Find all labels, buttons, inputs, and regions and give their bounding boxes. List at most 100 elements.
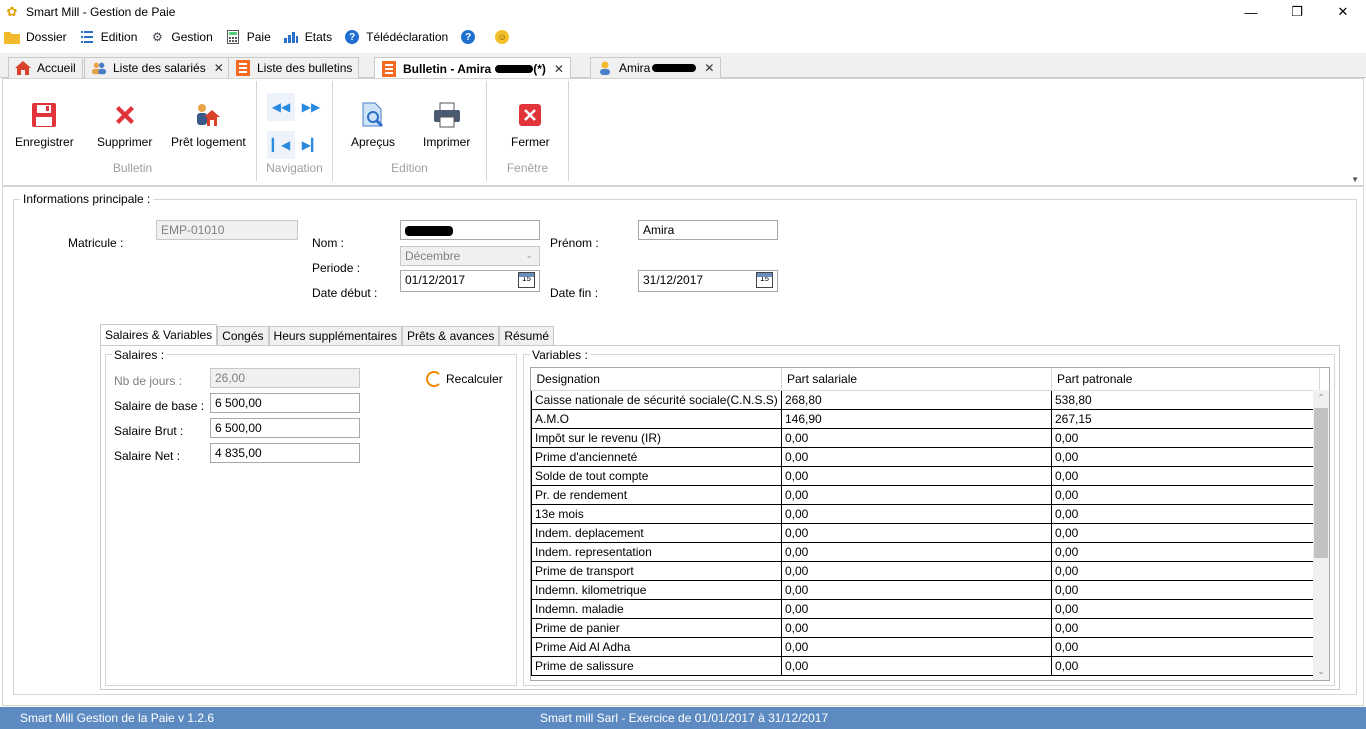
cell-part-salariale[interactable]: 0,00 [781, 561, 1052, 581]
previous-button[interactable]: ◀◀ [267, 93, 295, 121]
cell-designation[interactable]: Prime de panier [531, 618, 782, 638]
menu-dossier[interactable]: Dossier [4, 29, 67, 45]
cell-designation[interactable]: Impôt sur le revenu (IR) [531, 428, 782, 448]
cell-part-salariale[interactable]: 146,90 [781, 409, 1052, 429]
cell-designation[interactable]: Indemn. maladie [531, 599, 782, 619]
salaire-net-field[interactable]: 4 835,00 [210, 443, 360, 463]
cell-designation[interactable]: Solde de tout compte [531, 466, 782, 486]
cell-part-salariale[interactable]: 0,00 [781, 428, 1052, 448]
cell-part-salariale[interactable]: 0,00 [781, 618, 1052, 638]
table-row[interactable]: Prime de transport 0,00 0,00 [531, 561, 1320, 581]
column-header-part-patronale[interactable]: Part patronale [1051, 368, 1320, 391]
close-icon[interactable]: ✕ [1320, 0, 1366, 24]
tab-liste-salaries[interactable]: Liste des salariés ✕ [84, 57, 231, 78]
scroll-up-icon[interactable]: ⌃ [1313, 390, 1329, 406]
table-row[interactable]: Caisse nationale de sécurité sociale(C.N… [531, 390, 1320, 410]
apercus-button[interactable]: Apreçus [351, 101, 395, 149]
cell-designation[interactable]: Caisse nationale de sécurité sociale(C.N… [531, 390, 782, 410]
tab-amira[interactable]: Amira ✕ [590, 57, 722, 78]
tab-salaires-variables[interactable]: Salaires & Variables [100, 324, 218, 346]
cell-part-patronale[interactable]: 0,00 [1051, 428, 1320, 448]
cell-part-salariale[interactable]: 268,80 [781, 390, 1052, 410]
calendar-icon[interactable]: 15 [756, 272, 773, 288]
cell-designation[interactable]: Pr. de rendement [531, 485, 782, 505]
cell-designation[interactable]: Indem. representation [531, 542, 782, 562]
cell-designation[interactable]: 13e mois [531, 504, 782, 524]
tab-liste-bulletins[interactable]: Liste des bulletins [228, 57, 360, 78]
delete-button[interactable]: Supprimer [97, 101, 152, 149]
table-row[interactable]: Indem. representation 0,00 0,00 [531, 542, 1320, 562]
scroll-down-icon[interactable]: ⌄ [1313, 664, 1329, 680]
periode-select[interactable]: Décembre ⌄ [400, 246, 540, 266]
cell-part-patronale[interactable]: 0,00 [1051, 504, 1320, 524]
save-button[interactable]: Enregistrer [15, 101, 74, 149]
recalculer-button[interactable]: Recalculer [426, 371, 503, 387]
table-row[interactable]: Prime d'ancienneté 0,00 0,00 [531, 447, 1320, 467]
cell-part-patronale[interactable]: 267,15 [1051, 409, 1320, 429]
prenom-field[interactable]: Amira [638, 220, 778, 240]
first-button[interactable]: ▎◀ [267, 131, 295, 159]
table-row[interactable]: Prime de salissure 0,00 0,00 [531, 656, 1320, 676]
close-icon[interactable]: ✕ [704, 61, 714, 75]
cell-part-patronale[interactable]: 0,00 [1051, 523, 1320, 543]
cell-part-salariale[interactable]: 0,00 [781, 485, 1052, 505]
cell-part-salariale[interactable]: 0,00 [781, 637, 1052, 657]
menu-edition[interactable]: Edition [79, 29, 137, 45]
cell-part-patronale[interactable]: 0,00 [1051, 656, 1320, 676]
last-button[interactable]: ▶▎ [297, 131, 325, 159]
cell-designation[interactable]: Prime de salissure [531, 656, 782, 676]
cell-part-salariale[interactable]: 0,00 [781, 656, 1052, 676]
next-button[interactable]: ▶▶ [297, 93, 325, 121]
nom-field[interactable] [400, 220, 540, 240]
cell-part-patronale[interactable]: 0,00 [1051, 447, 1320, 467]
print-button[interactable]: Imprimer [423, 101, 470, 149]
cell-designation[interactable]: Prime d'ancienneté [531, 447, 782, 467]
scrollbar-thumb[interactable] [1314, 408, 1328, 558]
tab-accueil[interactable]: Accueil [8, 57, 83, 78]
tab-resume[interactable]: Résumé [499, 326, 555, 346]
menu-gestion[interactable]: ⚙ Gestion [149, 29, 213, 45]
menu-help[interactable]: ? [460, 29, 482, 45]
column-header-part-salariale[interactable]: Part salariale [781, 368, 1052, 391]
close-icon[interactable]: ✕ [214, 61, 224, 75]
minimize-icon[interactable]: — [1228, 0, 1274, 24]
cell-part-salariale[interactable]: 0,00 [781, 542, 1052, 562]
menu-paie[interactable]: Paie [225, 29, 271, 45]
table-row[interactable]: Prime de panier 0,00 0,00 [531, 618, 1320, 638]
cell-designation[interactable]: Prime Aid Al Adha [531, 637, 782, 657]
grid-scrollbar[interactable]: ⌃ ⌄ [1313, 390, 1329, 680]
cell-part-salariale[interactable]: 0,00 [781, 580, 1052, 600]
table-row[interactable]: Indemn. kilometrique 0,00 0,00 [531, 580, 1320, 600]
cell-designation[interactable]: Indemn. kilometrique [531, 580, 782, 600]
cell-designation[interactable]: Indem. deplacement [531, 523, 782, 543]
table-row[interactable]: Indemn. maladie 0,00 0,00 [531, 599, 1320, 619]
table-row[interactable]: Impôt sur le revenu (IR) 0,00 0,00 [531, 428, 1320, 448]
ribbon-scroll-icon[interactable]: ▼ [1351, 175, 1359, 184]
salaire-brut-field[interactable]: 6 500,00 [210, 418, 360, 438]
calendar-icon[interactable]: 15 [518, 272, 535, 288]
cell-part-salariale[interactable]: 0,00 [781, 466, 1052, 486]
close-window-button[interactable]: Fermer [511, 101, 550, 149]
tab-conges[interactable]: Congés [217, 326, 269, 346]
table-row[interactable]: Indem. deplacement 0,00 0,00 [531, 523, 1320, 543]
table-row[interactable]: A.M.O 146,90 267,15 [531, 409, 1320, 429]
restore-icon[interactable]: ❐ [1274, 0, 1320, 24]
cell-designation[interactable]: A.M.O [531, 409, 782, 429]
table-row[interactable]: Solde de tout compte 0,00 0,00 [531, 466, 1320, 486]
cell-part-salariale[interactable]: 0,00 [781, 523, 1052, 543]
date-fin-field[interactable]: 31/12/2017 15 [638, 270, 778, 292]
cell-designation[interactable]: Prime de transport [531, 561, 782, 581]
date-debut-field[interactable]: 01/12/2017 15 [400, 270, 540, 292]
tab-heures-supp[interactable]: Heurs supplémentaires [268, 326, 402, 346]
menu-smiley[interactable]: ☺ [494, 29, 516, 45]
table-row[interactable]: 13e mois 0,00 0,00 [531, 504, 1320, 524]
table-row[interactable]: Prime Aid Al Adha 0,00 0,00 [531, 637, 1320, 657]
tab-prets-avances[interactable]: Prêts & avances [401, 326, 500, 346]
cell-part-patronale[interactable]: 0,00 [1051, 561, 1320, 581]
cell-part-salariale[interactable]: 0,00 [781, 504, 1052, 524]
pret-logement-button[interactable]: Prêt logement [171, 101, 246, 149]
tab-bulletin-amira[interactable]: Bulletin - Amira (*) ✕ [374, 57, 571, 79]
cell-part-patronale[interactable]: 0,00 [1051, 599, 1320, 619]
salaire-base-field[interactable]: 6 500,00 [210, 393, 360, 413]
cell-part-patronale[interactable]: 0,00 [1051, 466, 1320, 486]
